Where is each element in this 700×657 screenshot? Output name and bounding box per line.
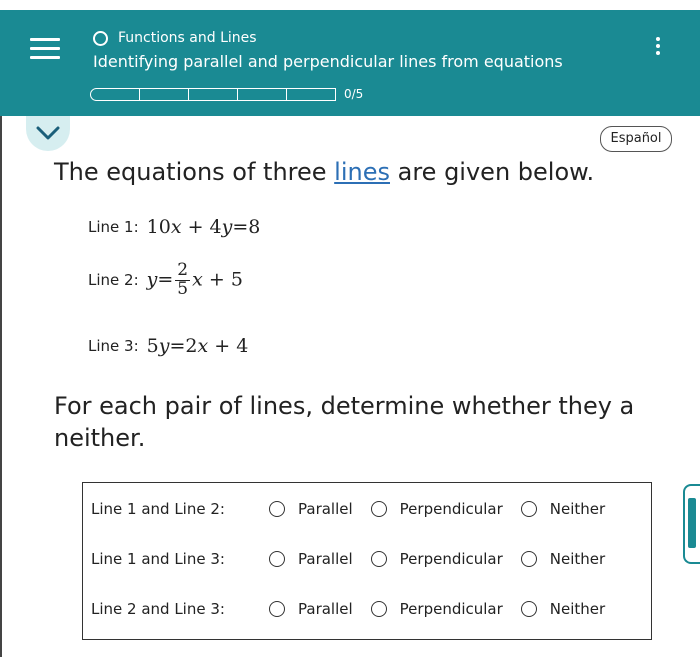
top-strip — [0, 0, 700, 10]
radio-button[interactable] — [520, 601, 537, 617]
equation-math: 10x + 4y=8 — [146, 216, 261, 238]
chevron-down-icon — [36, 126, 60, 140]
left-border — [0, 116, 2, 657]
progress-segment — [90, 87, 140, 101]
side-panel-tab[interactable] — [683, 484, 700, 564]
perpendicular-option[interactable]: Perpendicular — [370, 550, 503, 568]
question-row: Line 1 and Line 3: Parallel Perpendicula… — [91, 550, 623, 568]
neither-option[interactable]: Neither — [520, 600, 605, 618]
radio-button[interactable] — [370, 551, 387, 567]
radio-button[interactable] — [520, 551, 537, 567]
equation-label: Line 3: — [88, 337, 139, 355]
parallel-option[interactable]: Parallel — [269, 550, 353, 568]
radio-button[interactable] — [520, 501, 537, 517]
neither-option[interactable]: Neither — [520, 500, 605, 518]
instruction-line: neither. — [54, 424, 146, 452]
radio-button[interactable] — [269, 501, 285, 517]
radio-button[interactable] — [269, 601, 285, 617]
equation-line-3: Line 3: 5y=2x + 4 — [88, 335, 248, 357]
radio-button[interactable] — [370, 601, 387, 617]
equation-line-1: Line 1: 10x + 4y=8 — [88, 216, 260, 238]
topic-title: Functions and Lines — [118, 30, 257, 46]
question-row: Line 1 and Line 2: Parallel Perpendicula… — [91, 500, 623, 518]
equation-math: 5y=2x + 4 — [146, 335, 249, 357]
question-label: Line 1 and Line 2: — [91, 500, 225, 518]
language-toggle-button[interactable]: Español — [600, 126, 672, 152]
radio-button[interactable] — [370, 501, 387, 517]
radio-button[interactable] — [269, 551, 285, 567]
progress-segment — [286, 87, 336, 101]
kebab-menu-icon[interactable] — [648, 34, 668, 60]
fraction: 25 — [175, 260, 191, 299]
progress-segment — [139, 87, 189, 101]
equation-line-2: Line 2: y= 2 5 x + 5 — [88, 260, 243, 299]
equation-math: y= 2 5 x + 5 — [146, 260, 243, 299]
headline-text: The equations of three — [54, 158, 335, 186]
lesson-subtitle: Identifying parallel and perpendicular l… — [93, 52, 563, 71]
progress-count: 0/5 — [344, 87, 364, 101]
equation-label: Line 2: — [88, 271, 139, 290]
parallel-option[interactable]: Parallel — [269, 500, 353, 518]
perpendicular-option[interactable]: Perpendicular — [370, 500, 503, 518]
parallel-option[interactable]: Parallel — [269, 600, 353, 618]
perpendicular-option[interactable]: Perpendicular — [370, 600, 503, 618]
topic-circle-icon — [93, 30, 108, 46]
instruction-text: For each pair of lines, determine whethe… — [54, 390, 634, 454]
question-label: Line 2 and Line 3: — [91, 600, 225, 618]
question-label: Line 1 and Line 3: — [91, 550, 225, 568]
collapse-header-button[interactable] — [26, 116, 70, 151]
neither-option[interactable]: Neither — [520, 550, 605, 568]
progress-segment — [188, 87, 238, 101]
question-row: Line 2 and Line 3: Parallel Perpendicula… — [91, 600, 623, 618]
hamburger-menu-icon[interactable] — [30, 38, 60, 60]
topic-row: Functions and Lines — [93, 30, 257, 46]
progress-segment — [237, 87, 287, 101]
equation-label: Line 1: — [88, 218, 139, 236]
headline-text-end: are given below. — [390, 158, 595, 186]
lines-definition-link[interactable]: lines — [334, 158, 390, 186]
problem-headline: The equations of three lines are given b… — [54, 158, 594, 186]
instruction-line: For each pair of lines, determine whethe… — [54, 392, 635, 420]
side-tab-bar — [688, 498, 696, 548]
progress-bar: 0/5 — [90, 87, 363, 101]
header-bar: Functions and Lines Identifying parallel… — [0, 10, 700, 116]
